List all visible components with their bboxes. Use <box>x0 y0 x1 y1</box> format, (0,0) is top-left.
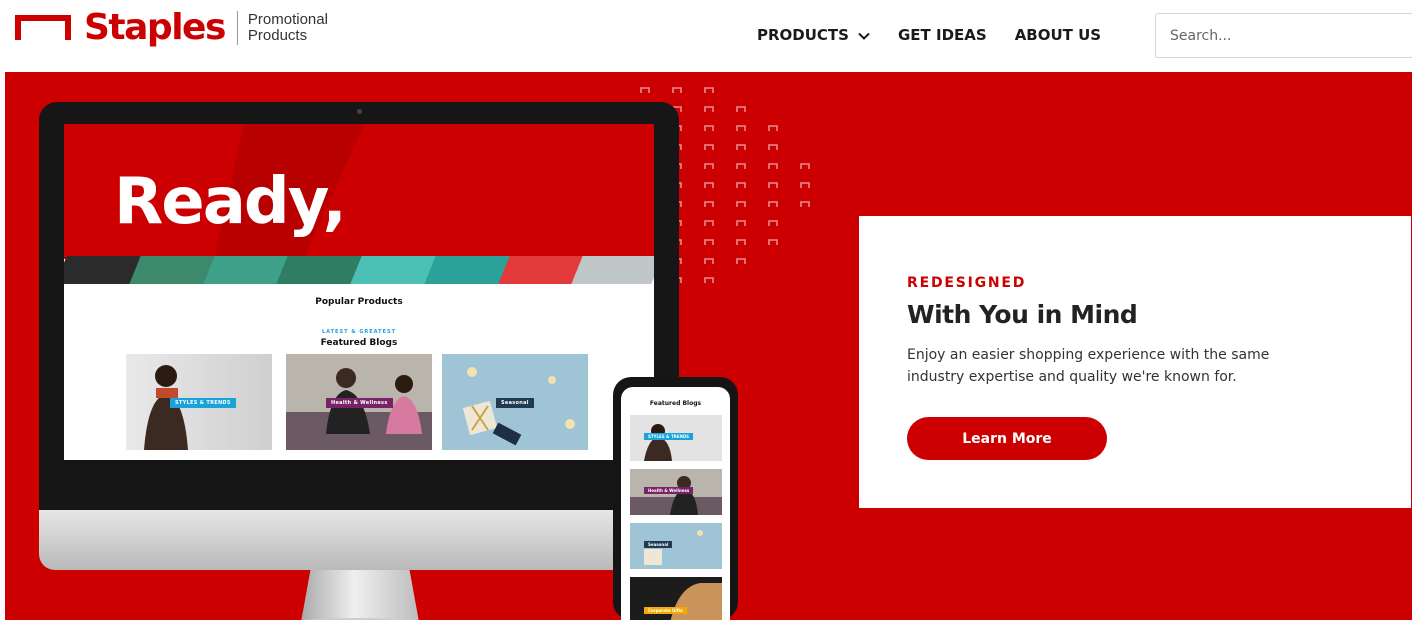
monitor-camera <box>357 109 362 114</box>
nav-about-us[interactable]: ABOUT US <box>1015 26 1101 44</box>
card-title: With You in Mind <box>907 300 1138 329</box>
nav-products-label: PRODUCTS <box>757 26 849 44</box>
blog-card-seasonal-tag: Seasonal <box>496 398 534 408</box>
main-nav: PRODUCTS GET IDEAS ABOUT US <box>757 22 1101 48</box>
blog-card-health-tag: Health & Wellness <box>326 398 393 408</box>
monitor-screen: Ready, Popular Products LATEST & GREATES… <box>64 124 654 460</box>
monitor-stand <box>301 570 419 620</box>
staples-logo-icon <box>14 14 72 42</box>
screen-featured-heading: Featured Blogs <box>320 338 398 348</box>
phone-card-styles: STYLES & TRENDS <box>630 415 722 461</box>
site-header: Staples Promotional Products PRODUCTS GE… <box>0 0 1412 72</box>
screen-popular-heading: Popular Products <box>315 297 403 307</box>
nav-products[interactable]: PRODUCTS <box>757 26 870 44</box>
phone-card-seasonal: Seasonal <box>630 523 722 569</box>
phone-mockup: Featured Blogs STYLES & TRENDS Health & … <box>613 377 738 620</box>
redesign-info-card: REDESIGNED With You in Mind Enjoy an eas… <box>859 216 1411 508</box>
phone-card-seasonal-tag: Seasonal <box>644 541 673 548</box>
screen-latest-label: LATEST & GREATEST <box>321 329 397 335</box>
blog-card-seasonal: Seasonal <box>442 354 588 450</box>
card-description: Enjoy an easier shopping experience with… <box>907 347 1270 385</box>
nav-get-ideas[interactable]: GET IDEAS <box>898 26 987 44</box>
screen-headline: Ready, <box>114 165 347 239</box>
screen-product-stripe <box>64 256 654 284</box>
search-input[interactable] <box>1155 13 1412 58</box>
phone-card-health-tag: Health & Wellness <box>644 487 694 494</box>
brand-name: Staples <box>84 7 226 48</box>
monitor-chin <box>39 510 679 570</box>
phone-card-corporate-tag: Corporate Gifts <box>644 607 687 614</box>
phone-featured-heading: Featured Blogs <box>649 400 702 407</box>
hero-banner: Ready, Popular Products LATEST & GREATES… <box>5 72 1412 620</box>
blog-card-health: Health & Wellness <box>286 354 432 450</box>
phone-screen: Featured Blogs STYLES & TRENDS Health & … <box>621 387 730 620</box>
blog-card-styles: STYLES & TRENDS <box>126 354 272 450</box>
logo-divider <box>236 11 238 45</box>
card-eyebrow: REDESIGNED <box>907 275 1027 291</box>
phone-card-health: Health & Wellness <box>630 469 722 515</box>
blog-card-styles-tag: STYLES & TRENDS <box>170 398 236 408</box>
desktop-monitor-mockup: Ready, Popular Products LATEST & GREATES… <box>39 102 679 620</box>
chevron-down-icon <box>858 26 870 44</box>
staples-logo[interactable]: Staples Promotional Products <box>14 6 358 50</box>
learn-more-button[interactable]: Learn More <box>907 417 1107 460</box>
phone-card-corporate: Corporate Gifts <box>630 577 722 620</box>
phone-card-styles-tag: STYLES & TRENDS <box>644 433 694 440</box>
brand-subtitle: Promotional Products <box>247 11 328 44</box>
